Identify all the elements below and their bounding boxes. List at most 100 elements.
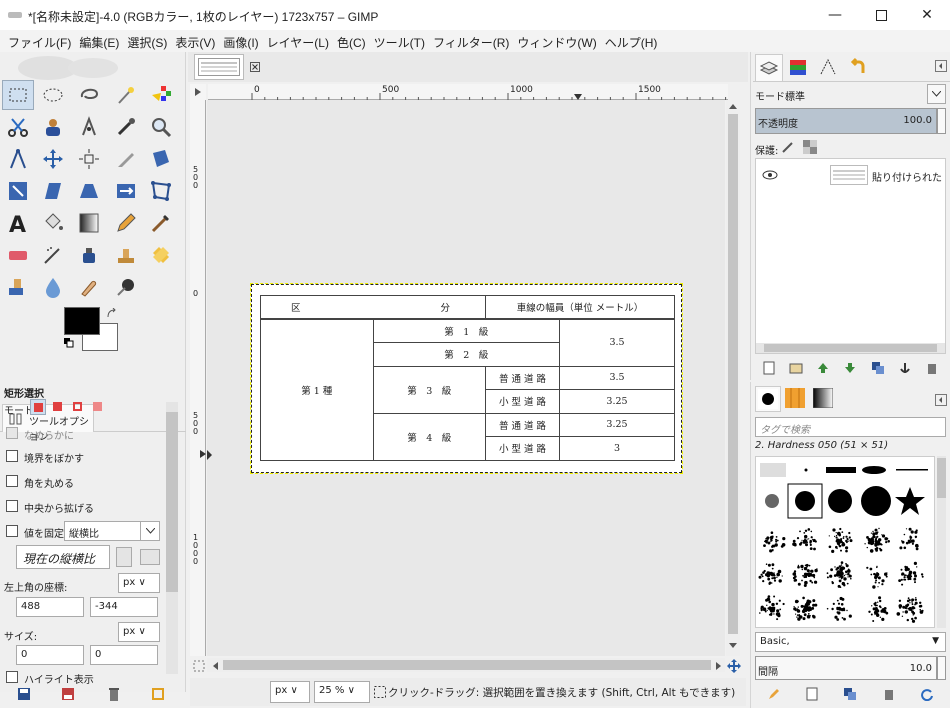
layer-mode-value[interactable]: 標準 [785,88,805,103]
refresh-brushes-icon[interactable] [920,687,934,701]
paintbrush-tool[interactable] [145,208,177,238]
menu-windows[interactable]: ウィンドウ(W) [515,30,602,52]
unit-select[interactable]: px ∨ [270,681,310,703]
lower-layer-icon[interactable] [843,361,857,375]
round-corners-checkbox[interactable] [6,475,18,487]
image-thumbnail-tab[interactable] [194,54,244,80]
antialias-checkbox[interactable] [6,427,18,439]
panel-menu-icon[interactable] [935,60,947,72]
menu-file[interactable]: ファイル(F) [6,30,77,52]
dodge-burn-tool[interactable] [110,272,142,302]
highlight-checkbox[interactable] [6,671,18,683]
tab-gradients[interactable] [811,386,837,412]
tab-layers[interactable] [755,54,783,82]
brush-preset-select[interactable]: Basic, ▼ [755,632,946,652]
trash-icon[interactable] [106,686,122,702]
crop-tool[interactable] [110,144,142,174]
position-unit-select[interactable]: px ∨ [118,573,160,593]
select-by-color-tool[interactable] [145,80,177,110]
menu-layer[interactable]: レイヤー(L) [265,30,335,52]
lock-pixels-icon[interactable] [781,140,795,154]
paths-tool[interactable] [73,112,105,142]
scissors-select-tool[interactable] [2,112,34,142]
perspective-tool[interactable] [73,176,105,206]
zoom-toggle-icon[interactable] [193,660,205,672]
scroll-down-icon[interactable] [728,642,738,650]
zoom-tool[interactable] [145,112,177,142]
edit-brush-icon[interactable] [767,687,781,701]
scale-tool[interactable] [2,176,34,206]
scroll-right-icon[interactable] [715,661,723,671]
lock-alpha-icon[interactable] [803,140,817,154]
raise-layer-icon[interactable] [816,361,830,375]
shear-tool[interactable] [37,176,69,206]
text-tool[interactable]: A [2,208,34,238]
perspective-clone-tool[interactable] [2,272,34,302]
pencil-tool[interactable] [110,208,142,238]
image-canvas[interactable]: 区分 車線の幅員（単位 メートル） 第 1 種 第 1 級 3.5 第 2 級 … [207,100,725,656]
fixed-checkbox[interactable] [6,525,18,537]
save-options-icon[interactable] [16,686,32,702]
vscroll-thumb[interactable] [728,114,738,634]
heal-tool[interactable] [145,240,177,270]
opacity-slider[interactable]: 不透明度 100.0 [755,108,937,134]
layer-row[interactable]: 貼り付けられたレイ [756,161,945,189]
landscape-button[interactable] [140,549,160,565]
unified-transform-tool[interactable] [145,144,177,174]
flip-tool[interactable] [110,176,142,206]
eye-icon[interactable] [762,169,778,181]
eraser-tool[interactable] [2,240,34,270]
blur-tool[interactable] [37,272,69,302]
cage-transform-tool[interactable] [145,176,177,206]
delete-layer-icon[interactable] [925,361,939,375]
brush-scrollbar[interactable] [937,456,946,628]
menu-image[interactable]: 画像(I) [221,30,264,52]
tab-paths[interactable] [815,54,843,82]
airbrush-tool[interactable] [37,240,69,270]
menu-edit[interactable]: 編集(E) [77,30,125,52]
chevron-down-icon[interactable] [140,522,159,540]
menu-help[interactable]: ヘルプ(H) [603,30,664,52]
rect-select-tool[interactable] [2,80,34,110]
mode-subtract-button[interactable] [70,399,86,415]
duplicate-brush-icon[interactable] [843,687,857,701]
tab-channels[interactable] [785,54,813,82]
tab-brushes[interactable] [755,386,781,412]
menu-tools[interactable]: ツール(T) [372,30,431,52]
brush-grid[interactable] [755,456,935,628]
blend-tool[interactable] [73,208,105,238]
navigate-icon[interactable] [727,659,741,673]
anchor-icon[interactable] [898,361,912,375]
ink-tool[interactable] [73,240,105,270]
mode-add-button[interactable] [50,399,66,415]
expand-center-checkbox[interactable] [6,500,18,512]
delete-brush-icon[interactable] [882,687,896,701]
align-tool[interactable] [73,144,105,174]
close-button[interactable]: ✕ [904,0,950,30]
new-layer-icon[interactable] [762,361,776,375]
reset-options-icon[interactable] [150,686,166,702]
close-image-tab-icon[interactable] [250,62,260,72]
clone-tool[interactable] [110,240,142,270]
minimize-button[interactable]: — [812,0,858,30]
scroll-up-icon[interactable] [728,102,738,110]
duplicate-layer-icon[interactable] [871,361,885,375]
horizontal-scrollbar[interactable] [207,658,725,672]
size-w-input[interactable]: 0 [16,645,84,665]
foreground-color-swatch[interactable] [64,307,100,335]
color-picker-tool[interactable] [110,112,142,142]
brush-tag-filter[interactable]: タグで検索 [755,417,946,437]
fuzzy-select-tool[interactable] [110,80,142,110]
pos-x-input[interactable]: 488 [16,597,84,617]
aspect-ratio-field[interactable]: 現在の縦横比 [16,545,110,569]
hscroll-thumb[interactable] [223,660,711,670]
menu-colors[interactable]: 色(C) [335,30,372,52]
opacity-spin[interactable] [937,108,946,134]
move-tool[interactable] [37,144,69,174]
mode-replace-button[interactable] [30,399,46,415]
mode-intersect-button[interactable] [90,399,106,415]
default-colors-icon[interactable] [64,338,74,348]
quick-mask-menu-button[interactable] [190,84,206,100]
size-h-input[interactable]: 0 [90,645,158,665]
size-unit-select[interactable]: px ∨ [118,622,160,642]
